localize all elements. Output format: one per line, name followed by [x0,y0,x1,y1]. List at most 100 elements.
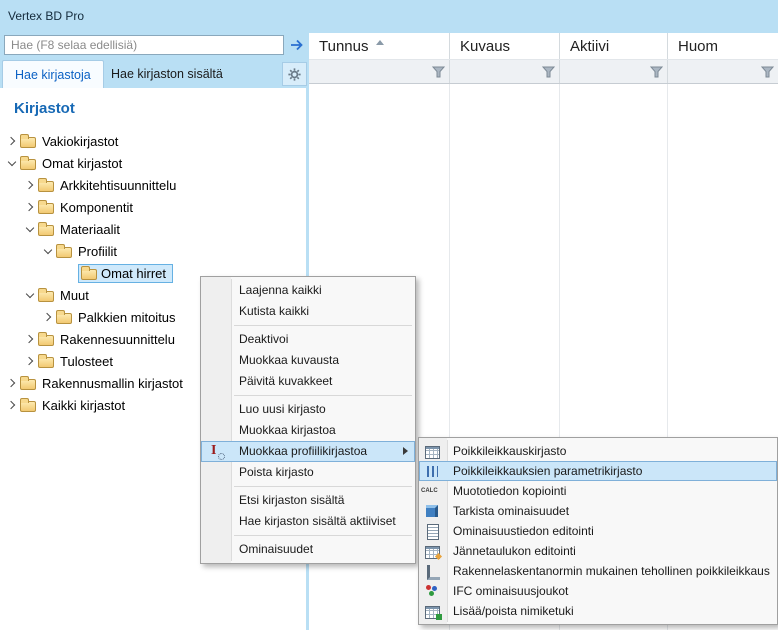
tree-item-arkkitehtisuunnittelu[interactable]: Arkkitehtisuunnittelu [0,174,306,196]
tab-hae-kirjastoja[interactable]: Hae kirjastoja [2,60,104,88]
tree-item-omat-kirjastot[interactable]: Omat kirjastot [0,152,306,174]
folder-icon [20,156,42,170]
menu-item-etsi-kirjaston-sisalta[interactable]: Etsi kirjaston sisältä [201,490,415,511]
folder-icon [56,310,78,324]
expand-icon[interactable] [22,196,38,218]
menu-separator [234,535,412,536]
filter-cell-aktiivi[interactable] [560,60,668,83]
expand-icon[interactable] [22,350,38,372]
menu-item-deaktivoi[interactable]: Deaktivoi [201,329,415,350]
menu-item-muokkaa-kuvausta[interactable]: Muokkaa kuvausta [201,350,415,371]
menu-item-kutista-kaikki[interactable]: Kutista kaikki [201,301,415,322]
column-header-kuvaus[interactable]: Kuvaus [450,33,560,59]
menu-item-laajenna-kaikki[interactable]: Laajenna kaikki [201,280,415,301]
filter-button-huom[interactable] [758,63,776,81]
settings-button[interactable] [282,62,307,86]
tree-item-vakiokirjastot[interactable]: Vakiokirjastot [0,130,306,152]
menu-item-muokkaa-profiilikirjastoa[interactable]: I Muokkaa profiilikirjastoa [201,441,415,462]
tree-item-materiaalit[interactable]: Materiaalit [0,218,306,240]
collapse-icon[interactable] [4,152,20,174]
tab-strip: Hae kirjastoja Hae kirjaston sisältä [0,60,308,88]
table-icon [424,443,440,459]
folder-icon [38,332,60,346]
submenu-item-poikkileikkauksien-parametrikirjasto[interactable]: Poikkileikkauksien parametrikirjasto [419,461,777,481]
submenu-item-poikkileikkauskirjasto[interactable]: Poikkileikkauskirjasto [419,441,777,461]
search-input[interactable] [4,35,284,55]
filter-cell-kuvaus[interactable] [450,60,560,83]
folder-icon [81,266,101,280]
menu-item-poista-kirjasto[interactable]: Poista kirjasto [201,462,415,483]
tree-item-profiilit[interactable]: Profiilit [0,240,306,262]
submenu-item-lisaa-poista-nimiketuki[interactable]: Lisää/poista nimiketuki [419,601,777,621]
document-icon [424,523,440,540]
menu-item-paivita-kuvakkeet[interactable]: Päivitä kuvakkeet [201,371,415,392]
submenu-arrow-icon [403,447,408,455]
menu-separator [234,486,412,487]
submenu-item-ominaisuustiedon-editointi[interactable]: Ominaisuustiedon editointi [419,521,777,541]
submenu-item-jannetaulukon-editointi[interactable]: Jännetaulukon editointi [419,541,777,561]
column-header-huom[interactable]: Huom [668,33,778,59]
submenu-item-muototiedon-kopiointi[interactable]: CALC Muototiedon kopiointi [419,481,777,501]
gear-icon [288,67,301,81]
collapse-icon[interactable] [40,240,56,262]
menu-separator [234,395,412,396]
column-header-tunnus[interactable]: Tunnus [309,33,450,59]
funnel-icon [760,66,774,77]
sort-asc-icon [376,40,385,45]
window-title: Vertex BD Pro [8,9,85,23]
tree-item-komponentit[interactable]: Komponentit [0,196,306,218]
funnel-icon [649,66,663,77]
menu-separator [234,325,412,326]
parameter-table-icon [424,463,440,479]
folder-icon [20,134,42,148]
folder-icon [38,288,60,302]
expand-icon[interactable] [22,328,38,350]
collapse-icon[interactable] [22,284,38,306]
collapse-icon[interactable] [22,218,38,240]
cube-icon [424,503,440,519]
expand-icon[interactable] [4,372,20,394]
calc-icon: CALC [421,488,438,494]
menu-item-luo-uusi-kirjasto[interactable]: Luo uusi kirjasto [201,399,415,420]
expand-icon[interactable] [4,394,20,416]
tree-selection: Omat hirret [78,263,174,283]
menu-item-hae-kirjaston-sisalta-aktiiviset[interactable]: Hae kirjaston sisältä aktiiviset [201,511,415,532]
expand-icon[interactable] [4,130,20,152]
menu-item-ominaisuudet[interactable]: Ominaisuudet [201,539,415,560]
funnel-icon [431,66,445,77]
submenu-item-rakennelaskentanormin-poikkileikkaus[interactable]: Rakennelaskentanormin mukainen teholline… [419,561,777,581]
expand-icon[interactable] [40,306,56,328]
funnel-icon [541,66,555,77]
title-bar: Vertex BD Pro [0,0,778,32]
ifc-icon [424,583,440,599]
table-header-row: Tunnus Kuvaus Aktiivi Huom [309,33,778,60]
menu-item-muokkaa-kirjastoa[interactable]: Muokkaa kirjastoa [201,420,415,441]
table-edit-icon [424,543,440,559]
profile-section-icon [424,563,440,580]
profile-library-submenu: Poikkileikkauskirjasto Poikkileikkauksie… [418,437,778,625]
folder-icon [38,178,60,192]
filter-row [309,60,778,84]
folder-icon [56,244,78,258]
profile-library-icon: I [208,443,226,460]
filter-button-aktiivi[interactable] [647,63,665,81]
tree-heading: Kirjastot [14,100,75,117]
search-go-button[interactable] [286,34,308,56]
filter-cell-tunnus[interactable] [309,60,450,83]
column-header-aktiivi[interactable]: Aktiivi [560,33,668,59]
folder-icon [38,354,60,368]
filter-button-tunnus[interactable] [429,63,447,81]
folder-icon [20,398,42,412]
context-menu: Laajenna kaikki Kutista kaikki Deaktivoi… [200,276,416,564]
filter-button-kuvaus[interactable] [539,63,557,81]
folder-icon [20,376,42,390]
tab-hae-kirjaston-sisalta[interactable]: Hae kirjaston sisältä [99,60,235,88]
go-arrow-icon [291,39,303,51]
expand-icon[interactable] [22,174,38,196]
table-add-icon [424,603,442,620]
folder-icon [38,222,60,236]
submenu-item-ifc-ominaisuusjoukot[interactable]: IFC ominaisuusjoukot [419,581,777,601]
submenu-item-tarkista-ominaisuudet[interactable]: Tarkista ominaisuudet [419,501,777,521]
folder-icon [38,200,60,214]
filter-cell-huom[interactable] [668,60,778,83]
